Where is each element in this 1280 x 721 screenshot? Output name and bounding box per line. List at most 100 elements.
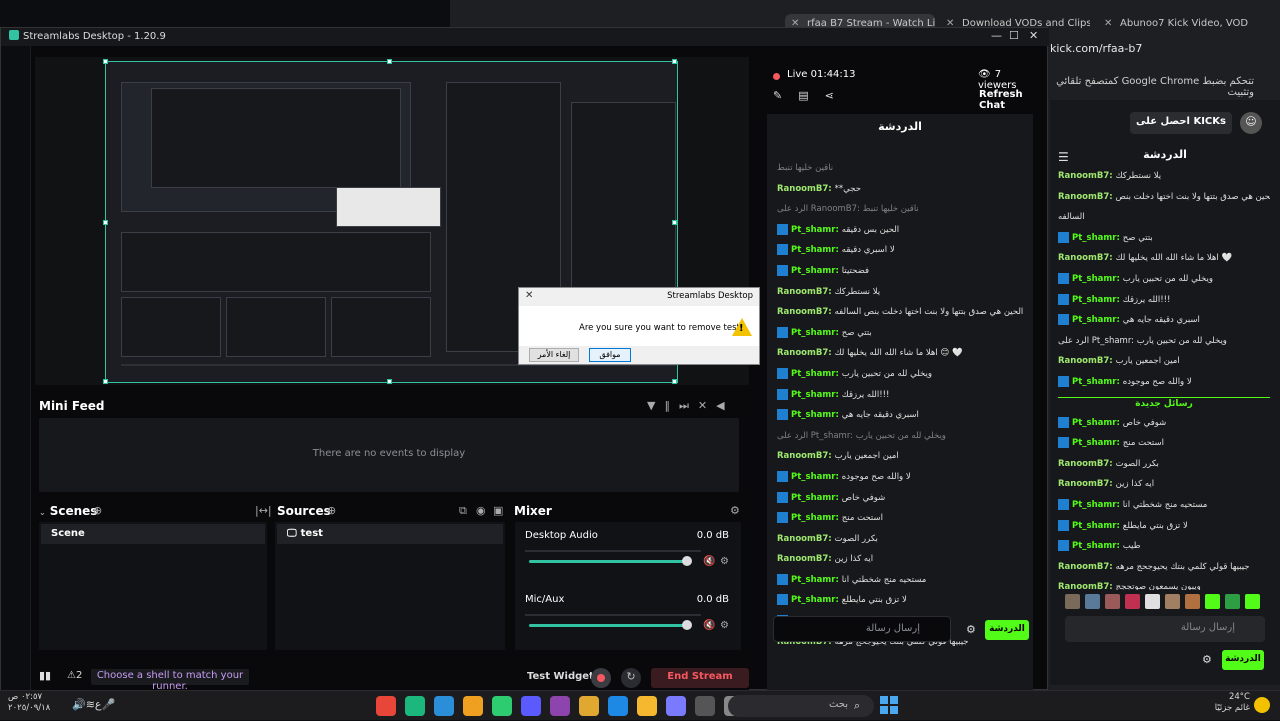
volume-icon[interactable]: 🔊	[72, 698, 86, 711]
chat-username[interactable]: RanoomB7:	[777, 287, 835, 297]
chat-username[interactable]: Pt_shamr:	[1072, 541, 1123, 551]
add-scene-icon[interactable]: ⊕	[93, 504, 102, 517]
chat-username[interactable]: RanoomB7:	[777, 451, 835, 461]
chat-username[interactable]: Pt_shamr:	[791, 245, 842, 255]
chat-username[interactable]: Pt_shamr:	[1072, 418, 1123, 428]
taskbar-app-icon[interactable]	[608, 696, 628, 716]
stats-icon[interactable]: ▮▮	[39, 669, 51, 682]
source-visibility-icon[interactable]: ◉	[476, 504, 486, 517]
chat-username[interactable]: Pt_shamr:	[1072, 438, 1123, 448]
chat-username[interactable]: Pt_shamr:	[1072, 521, 1123, 531]
taskbar-app-icon[interactable]	[579, 696, 599, 716]
taskbar-app-icon[interactable]	[695, 696, 715, 716]
wifi-icon[interactable]: ≋	[86, 698, 95, 711]
skip-icon[interactable]: ⏭	[679, 399, 698, 412]
end-stream-button[interactable]: End Stream	[651, 668, 749, 688]
avatar[interactable]: ☺	[1240, 112, 1262, 134]
resize-handle[interactable]	[672, 59, 677, 64]
start-button[interactable]	[880, 696, 898, 714]
replay-buffer-icon[interactable]: ↻	[621, 668, 641, 688]
taskbar-app-icon[interactable]	[521, 696, 541, 716]
chat-username[interactable]: Pt_shamr:	[791, 266, 842, 276]
chat-username[interactable]: Pt_shamr:	[791, 513, 842, 523]
taskbar-app-icon[interactable]	[637, 696, 657, 716]
chat-username[interactable]: RanoomB7:	[777, 348, 835, 358]
emote-icon[interactable]	[1165, 594, 1180, 609]
taskbar-app-icon[interactable]	[434, 696, 454, 716]
chat-username[interactable]: Pt_shamr:	[1072, 377, 1123, 387]
chat-username[interactable]: Pt_shamr:	[791, 595, 842, 605]
taskbar-app-icon[interactable]	[376, 696, 396, 716]
resize-handle[interactable]	[387, 59, 392, 64]
mixer-settings-gear-icon[interactable]: ⚙	[730, 504, 740, 517]
chat-username[interactable]: RanoomB7:	[1058, 562, 1116, 572]
chat-send-button[interactable]: الدردشة	[985, 620, 1029, 640]
taskbar-app-icon[interactable]	[405, 696, 425, 716]
minimize-icon[interactable]: —	[991, 29, 1002, 42]
chat-username[interactable]: RanoomB7:	[777, 534, 835, 544]
microphone-icon[interactable]: 🎤	[102, 698, 116, 711]
chat-username[interactable]: Pt_shamr:	[791, 369, 842, 379]
add-source-icon[interactable]: ⊕	[327, 504, 336, 517]
taskbar-app-icon[interactable]	[666, 696, 686, 716]
resize-handle[interactable]	[387, 379, 392, 384]
edit-stream-info-icon[interactable]: ✎	[773, 89, 798, 102]
volume-slider-knob[interactable]	[682, 556, 692, 566]
emote-icon[interactable]	[1105, 594, 1120, 609]
emote-icon[interactable]	[1125, 594, 1140, 609]
chat-username[interactable]: RanoomB7:	[1058, 479, 1116, 489]
close-tab-icon[interactable]: ✕	[1104, 18, 1112, 29]
language-indicator[interactable]: ع	[95, 698, 102, 711]
share-icon[interactable]: ⋖	[825, 89, 850, 102]
resize-handle[interactable]	[103, 220, 108, 225]
taskbar-app-icon[interactable]	[463, 696, 483, 716]
scene-item[interactable]: Scene	[41, 524, 265, 544]
source-item[interactable]: 🖵 test	[277, 524, 503, 544]
resize-handle[interactable]	[672, 379, 677, 384]
test-widgets-button[interactable]: Test Widgets	[527, 671, 600, 682]
chat-input[interactable]: إرسال رسالة	[773, 616, 951, 642]
clipboard-icon[interactable]: ▤	[798, 89, 824, 102]
chat-username[interactable]: RanoomB7:	[1058, 582, 1116, 590]
dialog-cancel-button[interactable]: إلغاء الأمر	[529, 348, 579, 362]
chat-username[interactable]: Pt_shamr:	[1072, 233, 1123, 243]
chat-input[interactable]: إرسال رسالة	[1065, 616, 1265, 642]
refresh-chat-button[interactable]: Refresh Chat	[979, 89, 1033, 111]
source-group-icon[interactable]: ⧉	[459, 504, 467, 518]
chat-username[interactable]: Pt_shamr:	[791, 328, 842, 338]
chat-username[interactable]: RanoomB7:	[777, 307, 835, 317]
taskbar-app-icon[interactable]	[550, 696, 570, 716]
pause-icon[interactable]: ‖	[664, 399, 679, 412]
chat-username[interactable]: Pt_shamr:	[1072, 295, 1123, 305]
chat-username[interactable]: RanoomB7:	[1058, 192, 1116, 202]
footer-tip[interactable]: Choose a shell to match your runner.	[91, 669, 249, 692]
filter-icon[interactable]: ▼	[647, 399, 664, 412]
emote-icon[interactable]	[1085, 594, 1100, 609]
mute-icon[interactable]: 🔇	[703, 556, 715, 567]
mute-alerts-icon[interactable]: ✕	[698, 399, 716, 412]
chat-username[interactable]: Pt_shamr:	[1072, 500, 1123, 510]
volume-icon[interactable]: ◀	[716, 399, 733, 412]
resize-handle[interactable]	[672, 220, 677, 225]
chevron-down-icon[interactable]: ⌄	[39, 508, 46, 517]
close-icon[interactable]: ✕	[1029, 29, 1038, 42]
taskbar-app-icon[interactable]	[492, 696, 512, 716]
chat-username[interactable]: Pt_shamr:	[791, 575, 842, 585]
chat-username[interactable]: Pt_shamr:	[1072, 274, 1123, 284]
taskbar-search[interactable]: بحث	[728, 695, 874, 717]
volume-slider[interactable]	[529, 624, 687, 627]
volume-slider-knob[interactable]	[682, 620, 692, 630]
chat-username[interactable]: RanoomB7:	[777, 184, 835, 194]
record-button[interactable]	[591, 668, 611, 688]
chat-username[interactable]: RanoomB7:	[1058, 459, 1116, 469]
chat-send-button[interactable]: الدردشة	[1222, 650, 1264, 670]
chat-username[interactable]: RanoomB7:	[1058, 253, 1116, 263]
weather-widget[interactable]: 24°C غائم جزئيًا	[1210, 692, 1250, 714]
chat-username[interactable]: RanoomB7:	[1058, 356, 1116, 366]
emote-icon[interactable]	[1225, 594, 1240, 609]
mute-icon[interactable]: 🔇	[703, 620, 715, 631]
track-settings-gear-icon[interactable]: ⚙	[720, 620, 729, 631]
emote-icon[interactable]	[1065, 594, 1080, 609]
dialog-ok-button[interactable]: موافق	[589, 348, 631, 362]
emote-icon[interactable]	[1245, 594, 1260, 609]
